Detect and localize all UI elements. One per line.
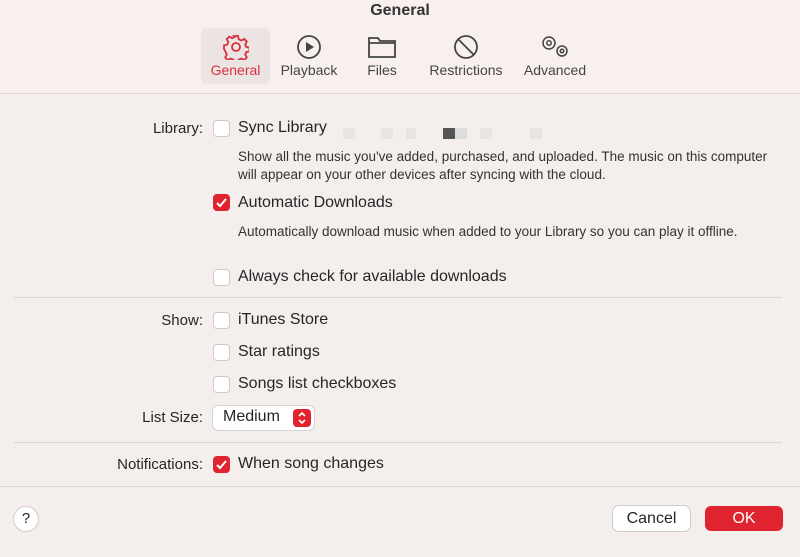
checkmark-icon (216, 198, 227, 208)
list-size-select[interactable]: Medium (213, 406, 314, 430)
list-size-label: List Size: (142, 409, 203, 426)
gear-icon (222, 35, 249, 60)
notifications-label: Notifications: (117, 456, 203, 473)
itunes-store-label: iTunes Store (238, 311, 329, 328)
cancel-button[interactable]: Cancel (613, 506, 690, 531)
always-check-label: Always check for available downloads (238, 268, 507, 285)
redacted-pixels (406, 128, 416, 139)
tab-playback[interactable]: Playback (276, 28, 342, 84)
gears-icon (542, 36, 568, 57)
redacted-pixels (455, 128, 467, 139)
tab-label: Advanced (523, 62, 587, 78)
when-song-changes-checkbox[interactable] (213, 456, 230, 473)
redacted-pixels (343, 128, 355, 139)
prohibited-icon (454, 35, 478, 59)
show-label: Show: (161, 312, 203, 329)
divider (14, 442, 782, 443)
divider (0, 486, 800, 487)
star-ratings-checkbox[interactable] (213, 344, 230, 361)
tab-advanced[interactable]: Advanced (520, 28, 590, 84)
window-title: General (370, 2, 430, 19)
redacted-pixels (530, 128, 542, 139)
redacted-pixels (480, 128, 492, 139)
automatic-downloads-label: Automatic Downloads (238, 194, 393, 211)
when-song-changes-label: When song changes (238, 455, 384, 472)
list-size-value: Medium (223, 408, 280, 425)
sync-library-label: Sync Library (238, 119, 327, 136)
sync-library-checkbox[interactable] (213, 120, 230, 137)
toolbar: General General Playback Files Restricti… (0, 0, 800, 94)
play-circle-icon (297, 35, 321, 59)
divider (14, 297, 782, 298)
itunes-store-checkbox[interactable] (213, 312, 230, 329)
tab-label: Files (367, 62, 397, 78)
songs-list-checkboxes-checkbox[interactable] (213, 376, 230, 393)
tab-label: Playback (280, 62, 338, 78)
ok-button[interactable]: OK (705, 506, 783, 531)
checkmark-icon (216, 460, 227, 470)
redacted-pixels (443, 128, 455, 139)
folder-icon (368, 37, 396, 58)
sync-library-description: Show all the music you've added, purchas… (238, 149, 768, 182)
star-ratings-label: Star ratings (238, 343, 320, 360)
redacted-pixels (381, 128, 393, 139)
songs-list-checkboxes-label: Songs list checkboxes (238, 375, 397, 392)
tab-label: Restrictions (429, 62, 503, 78)
library-label: Library: (152, 120, 203, 137)
automatic-downloads-checkbox[interactable] (213, 194, 230, 211)
help-button[interactable]: ? (14, 507, 38, 531)
tab-label: General (210, 62, 261, 78)
tab-general[interactable]: General (201, 28, 270, 84)
tab-restrictions[interactable]: Restrictions (424, 28, 508, 84)
automatic-downloads-description: Automatically download music when added … (238, 224, 738, 239)
always-check-checkbox[interactable] (213, 269, 230, 286)
tab-files[interactable]: Files (356, 28, 408, 84)
chevron-updown-icon (293, 409, 311, 427)
